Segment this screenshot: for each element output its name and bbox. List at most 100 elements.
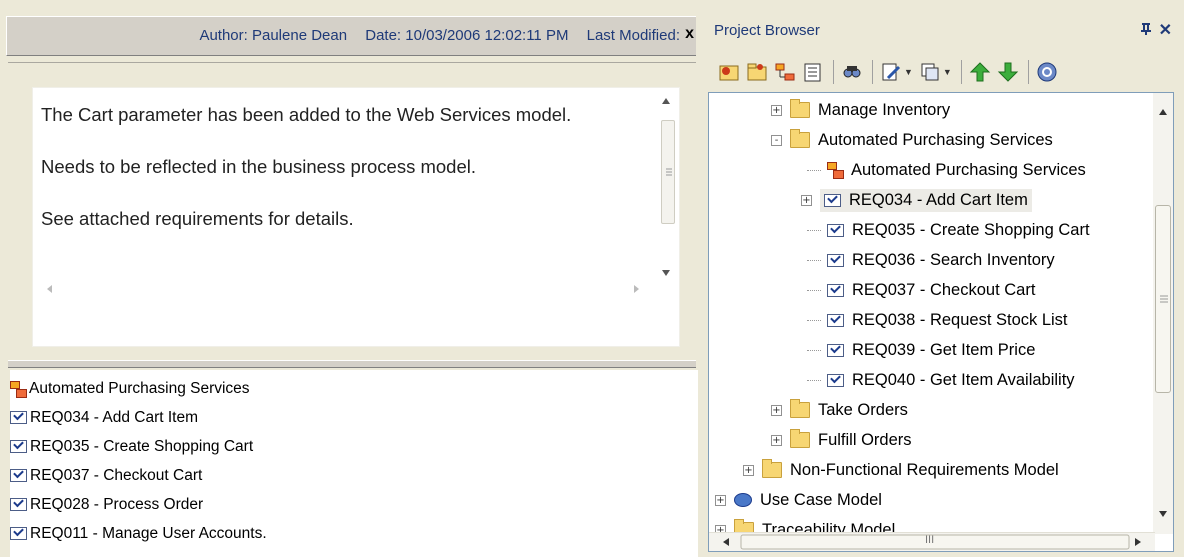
tree-node[interactable]: REQ035 - Create Shopping Cart bbox=[807, 215, 1090, 245]
tree-connector bbox=[807, 169, 821, 171]
linked-elements-list: Automated Purchasing Services REQ034 - A… bbox=[10, 370, 698, 557]
tree-node[interactable]: REQ039 - Get Item Price bbox=[807, 335, 1035, 365]
requirement-icon bbox=[824, 193, 841, 207]
move-up-icon[interactable] bbox=[967, 59, 993, 85]
tree-scroll-thumb[interactable] bbox=[1155, 205, 1171, 393]
list-item-label: Automated Purchasing Services bbox=[29, 379, 250, 397]
chevron-down-icon[interactable]: ▼ bbox=[943, 67, 952, 77]
move-down-icon[interactable] bbox=[995, 59, 1021, 85]
requirement-icon bbox=[10, 440, 27, 453]
splitter[interactable] bbox=[8, 360, 696, 368]
tree-vertical-scrollbar[interactable] bbox=[1153, 93, 1173, 534]
tree-node-label: Use Case Model bbox=[760, 490, 882, 509]
tree-node[interactable]: + Use Case Model bbox=[715, 485, 882, 515]
close-icon[interactable]: x bbox=[685, 25, 694, 43]
requirement-icon bbox=[827, 283, 844, 297]
project-tree[interactable]: + Manage Inventory - Automated Purchasin… bbox=[708, 92, 1174, 552]
notes-paragraph: See attached requirements for details. bbox=[41, 208, 354, 229]
requirement-icon bbox=[10, 469, 27, 482]
find-icon[interactable] bbox=[839, 59, 865, 85]
tree-node-label: REQ038 - Request Stock List bbox=[852, 310, 1068, 329]
tree-node-label: Automated Purchasing Services bbox=[818, 130, 1053, 149]
expand-icon[interactable]: + bbox=[771, 104, 782, 116]
tree-node[interactable]: + Take Orders bbox=[771, 395, 908, 425]
tree-node[interactable]: REQ036 - Search Inventory bbox=[807, 245, 1055, 275]
project-browser-panel: Project Browser ✕ ▼ ▼ + Manage Inventory… bbox=[700, 0, 1184, 557]
list-item[interactable]: REQ037 - Checkout Cart bbox=[10, 461, 698, 490]
tree-connector bbox=[807, 289, 821, 291]
tree-node-label: Fulfill Orders bbox=[818, 430, 912, 449]
expand-icon[interactable]: + bbox=[801, 194, 812, 206]
tree-node[interactable]: REQ037 - Checkout Cart bbox=[807, 275, 1035, 305]
new-diagram-icon[interactable] bbox=[772, 59, 798, 85]
tree-connector bbox=[807, 229, 821, 231]
expand-icon[interactable]: + bbox=[715, 494, 726, 506]
tree-node[interactable]: REQ040 - Get Item Availability bbox=[807, 365, 1075, 395]
folder-icon bbox=[790, 99, 810, 118]
list-item-label: REQ034 - Add Cart Item bbox=[30, 408, 198, 426]
requirement-icon bbox=[827, 223, 844, 237]
copy-icon[interactable] bbox=[917, 59, 943, 85]
requirement-icon bbox=[827, 343, 844, 357]
help-icon[interactable] bbox=[1034, 59, 1060, 85]
notes-horizontal-scrollbar[interactable] bbox=[39, 280, 649, 298]
tree-node[interactable]: + Manage Inventory bbox=[771, 95, 950, 125]
tree-connector bbox=[807, 259, 821, 261]
list-item[interactable]: REQ028 - Process Order bbox=[10, 490, 698, 519]
notes-scroll-thumb[interactable] bbox=[661, 120, 675, 224]
list-item[interactable]: REQ034 - Add Cart Item bbox=[10, 403, 698, 432]
toolbar-separator bbox=[1027, 60, 1029, 84]
edit-icon[interactable] bbox=[878, 59, 904, 85]
folder-icon bbox=[790, 129, 810, 148]
pin-icon[interactable] bbox=[1140, 22, 1152, 39]
folder-icon bbox=[790, 399, 810, 418]
list-item-label: REQ011 - Manage User Accounts. bbox=[30, 524, 267, 542]
tree-node-label: REQ035 - Create Shopping Cart bbox=[852, 220, 1090, 239]
list-item[interactable]: REQ011 - Manage User Accounts. bbox=[10, 519, 698, 548]
new-element-icon[interactable] bbox=[800, 59, 826, 85]
expand-icon[interactable]: + bbox=[771, 404, 782, 416]
list-item[interactable]: REQ035 - Create Shopping Cart bbox=[10, 432, 698, 461]
diagram-icon bbox=[10, 380, 27, 398]
chevron-down-icon[interactable]: ▼ bbox=[904, 67, 913, 77]
notes-header: Author: Paulene Dean Date: 10/03/2006 12… bbox=[6, 16, 696, 56]
collapse-icon[interactable]: - bbox=[771, 134, 782, 146]
tree-node-label: REQ036 - Search Inventory bbox=[852, 250, 1055, 269]
tree-node-label: Manage Inventory bbox=[818, 100, 951, 119]
notes-vertical-scrollbar[interactable] bbox=[657, 92, 675, 282]
toolbar-separator bbox=[833, 60, 834, 84]
folder-icon bbox=[762, 459, 782, 478]
tree-node-label: REQ037 - Checkout Cart bbox=[852, 280, 1036, 299]
panel-title: Project Browser bbox=[714, 22, 820, 39]
tree-horizontal-scrollbar[interactable]: III bbox=[709, 532, 1155, 551]
tree-node-label: REQ040 - Get Item Availability bbox=[852, 370, 1075, 389]
requirement-icon bbox=[10, 498, 27, 511]
new-package-icon[interactable] bbox=[716, 59, 742, 85]
notes-textbox[interactable]: The Cart parameter has been added to the… bbox=[32, 87, 680, 347]
toolbar-separator bbox=[960, 60, 962, 84]
tree-node[interactable]: - Automated Purchasing Services bbox=[771, 125, 1053, 155]
tree-node[interactable]: + REQ034 - Add Cart Item bbox=[801, 185, 1032, 215]
tree-node[interactable]: Automated Purchasing Services bbox=[807, 155, 1086, 185]
requirement-icon bbox=[827, 373, 844, 387]
tree-connector bbox=[807, 349, 821, 351]
selected-item[interactable]: REQ034 - Add Cart Item bbox=[820, 188, 1032, 212]
close-icon[interactable]: ✕ bbox=[1159, 20, 1172, 40]
tree-connector bbox=[807, 379, 821, 381]
tree-node[interactable]: REQ038 - Request Stock List bbox=[807, 305, 1068, 335]
new-view-icon[interactable] bbox=[744, 59, 770, 85]
tree-node-label: REQ039 - Get Item Price bbox=[852, 340, 1036, 359]
tree-node[interactable]: + Fulfill Orders bbox=[771, 425, 912, 455]
expand-icon[interactable]: + bbox=[743, 464, 754, 476]
folder-icon bbox=[790, 429, 810, 448]
tree-node-label: Automated Purchasing Services bbox=[851, 160, 1086, 179]
tree-node-label: Take Orders bbox=[818, 400, 908, 419]
list-item[interactable]: Automated Purchasing Services bbox=[10, 374, 698, 403]
notes-text: The Cart parameter has been added to the… bbox=[41, 102, 641, 232]
requirement-icon bbox=[10, 411, 27, 424]
date-label: Date: 10/03/2006 12:02:11 PM bbox=[365, 27, 569, 44]
notes-header-info: Author: Paulene Dean Date: 10/03/2006 12… bbox=[185, 27, 680, 44]
expand-icon[interactable]: + bbox=[771, 434, 782, 446]
list-item-label: REQ037 - Checkout Cart bbox=[30, 466, 203, 484]
tree-node[interactable]: + Non-Functional Requirements Model bbox=[743, 455, 1059, 485]
